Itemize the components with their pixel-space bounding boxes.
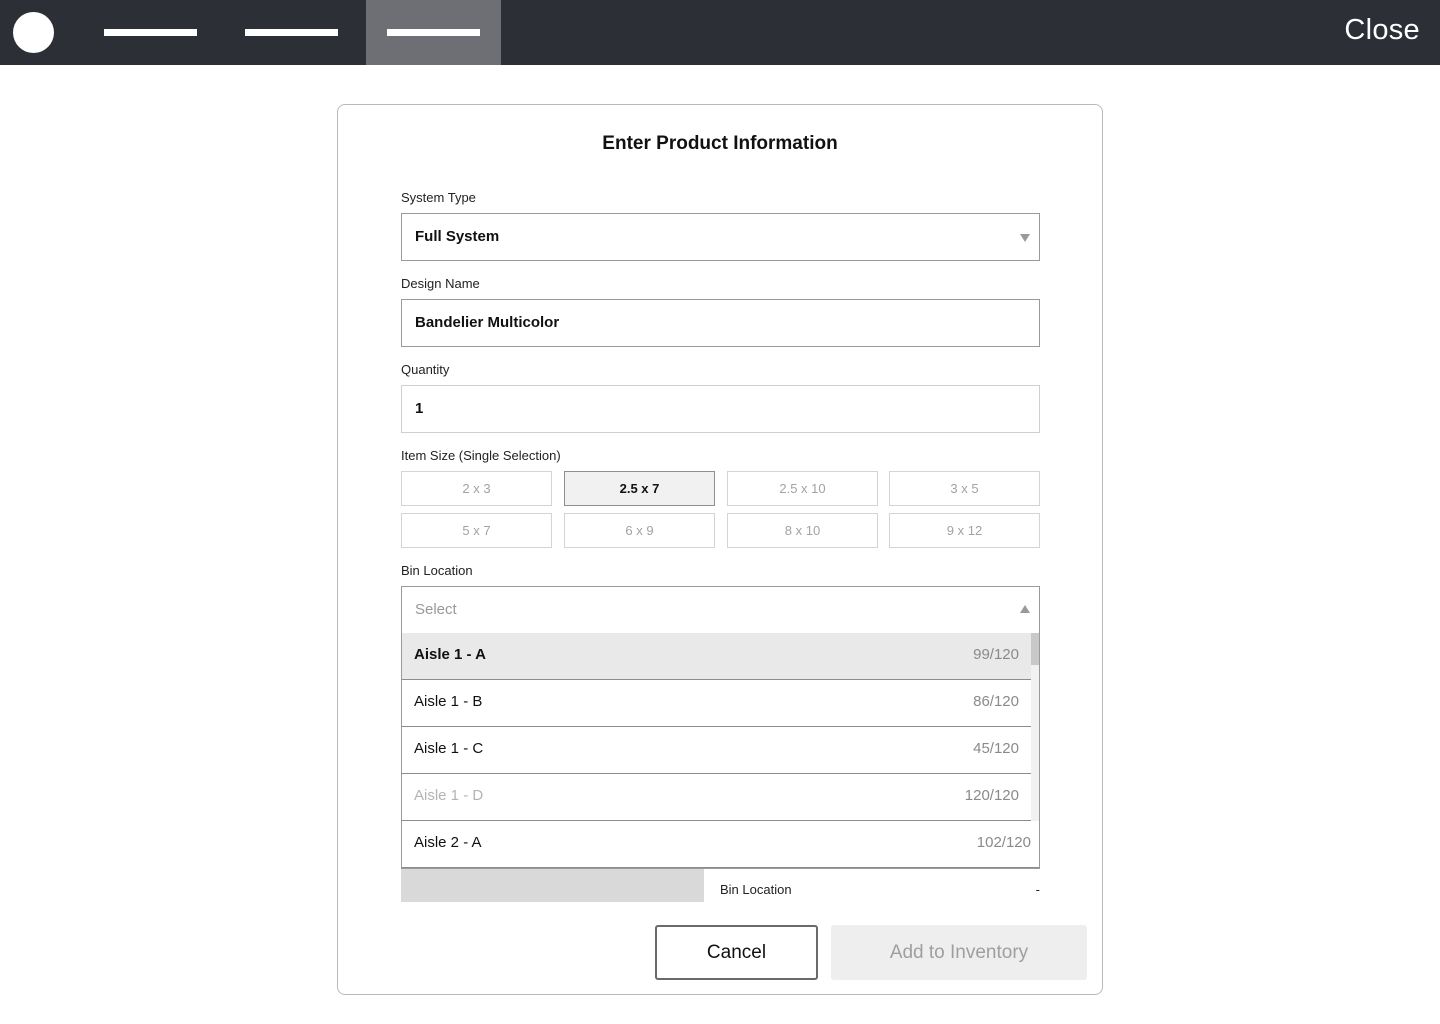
bin-location-dropdown: Aisle 1 - A 99/120 Aisle 1 - B 86/120 Ai… [401,633,1040,869]
nav-tab-3-active[interactable] [366,0,501,65]
size-option-3x5[interactable]: 3 x 5 [889,471,1040,506]
quantity-value: 1 [415,400,424,417]
system-type-select[interactable]: Full System [401,213,1040,261]
chevron-up-icon [1020,605,1030,613]
bin-option-capacity: 45/120 [973,740,1019,757]
close-button[interactable]: Close [1344,14,1420,47]
top-nav-bar: Close [0,0,1440,65]
bin-option-name: Aisle 1 - A [414,646,486,663]
logo-avatar[interactable] [13,12,54,53]
size-option-2x3[interactable]: 2 x 3 [401,471,552,506]
bin-option-capacity: 102/120 [976,834,1031,851]
bin-location-select[interactable]: Select [401,586,1040,634]
size-option-8x10[interactable]: 8 x 10 [727,513,878,548]
summary-bin-location-label: Bin Location [720,882,792,897]
bin-option-aisle-1-c[interactable]: Aisle 1 - C 45/120 [402,727,1032,774]
bin-option-capacity: 99/120 [973,646,1019,663]
bin-option-name: Aisle 1 - D [414,787,484,804]
system-type-label: System Type [401,190,476,205]
size-option-6x9[interactable]: 6 x 9 [564,513,715,548]
nav-tab-2[interactable] [230,0,352,65]
modal-title: Enter Product Information [602,133,838,154]
nav-tab-1-placeholder-bar [104,29,197,36]
product-preview-placeholder [401,869,704,902]
bin-location-placeholder: Select [415,601,457,618]
size-option-9x12[interactable]: 9 x 12 [889,513,1040,548]
size-option-5x7[interactable]: 5 x 7 [401,513,552,548]
bin-option-name: Aisle 1 - C [414,740,484,757]
nav-tab-2-placeholder-bar [245,29,338,36]
product-info-modal: Enter Product Information System Type Fu… [337,104,1103,995]
bin-option-capacity: 120/120 [964,787,1019,804]
dropdown-scrollbar[interactable] [1031,633,1039,821]
bin-option-aisle-1-a[interactable]: Aisle 1 - A 99/120 [402,633,1032,680]
bin-option-name: Aisle 2 - A [414,834,482,851]
bin-location-label: Bin Location [401,563,473,578]
quantity-label: Quantity [401,362,450,377]
nav-tab-1[interactable] [89,0,211,65]
add-to-inventory-button[interactable]: Add to Inventory [831,925,1087,980]
size-option-2.5x10[interactable]: 2.5 x 10 [727,471,878,506]
cancel-button[interactable]: Cancel [655,925,818,980]
summary-bin-location-value: - [1035,882,1040,897]
bin-option-aisle-1-b[interactable]: Aisle 1 - B 86/120 [402,680,1032,727]
design-name-input[interactable]: Bandelier Multicolor [401,299,1040,347]
item-size-label: Item Size (Single Selection) [401,448,561,463]
size-option-2.5x7-selected[interactable]: 2.5 x 7 [564,471,715,506]
bin-option-capacity: 86/120 [973,693,1019,710]
dropdown-scroll-thumb[interactable] [1031,633,1039,665]
chevron-down-icon [1020,234,1030,242]
system-type-value: Full System [415,228,500,245]
bin-option-name: Aisle 1 - B [414,693,483,710]
item-size-options: 2 x 3 2.5 x 7 2.5 x 10 3 x 5 5 x 7 6 x 9… [401,471,1041,549]
nav-tab-3-placeholder-bar [387,29,480,36]
bin-option-aisle-2-a[interactable]: Aisle 2 - A 102/120 [402,821,1039,868]
bin-option-aisle-1-d-disabled: Aisle 1 - D 120/120 [402,774,1032,821]
design-name-label: Design Name [401,276,480,291]
quantity-input[interactable]: 1 [401,385,1040,433]
design-name-value: Bandelier Multicolor [415,314,560,331]
